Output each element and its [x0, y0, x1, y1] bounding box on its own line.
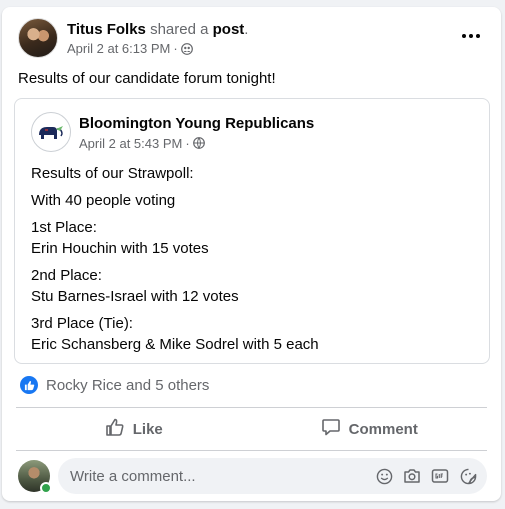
divider — [16, 407, 487, 408]
more-options-icon[interactable] — [461, 26, 481, 46]
like-reaction-icon — [20, 376, 38, 394]
comment-label: Comment — [348, 420, 418, 438]
globe-icon — [192, 137, 205, 149]
shared-line: 1st Place: — [31, 219, 97, 236]
post-card: Titus Folks shared a post. April 2 at 6:… — [2, 7, 501, 501]
sticker-icon[interactable] — [459, 467, 477, 485]
camera-icon[interactable] — [403, 467, 421, 485]
thumbs-up-icon — [105, 417, 125, 441]
share-action-text: shared a — [150, 21, 209, 38]
online-status-icon — [40, 482, 52, 494]
comment-icon — [321, 417, 341, 441]
shared-paragraph: 1st Place: Erin Houchin with 15 votes — [31, 217, 319, 259]
shared-line: Erin Houchin with 15 votes — [31, 240, 209, 257]
post-timestamp[interactable]: April 2 at 6:13 PM — [67, 41, 170, 56]
like-label: Like — [132, 420, 163, 438]
post-text: Results of our candidate forum tonight! — [18, 70, 276, 87]
shared-post-body: Results of our Strawpoll: With 40 people… — [31, 163, 319, 361]
comment-composer — [18, 458, 487, 494]
page-logo[interactable] — [31, 112, 71, 152]
like-button[interactable]: Like — [16, 412, 252, 446]
post-actions: Like Comment — [16, 412, 487, 446]
shared-post-header: Bloomington Young Republicans April 2 at… — [31, 112, 314, 152]
author-name[interactable]: Titus Folks — [67, 21, 146, 38]
shared-timestamp[interactable]: April 2 at 5:43 PM — [79, 136, 182, 151]
divider — [16, 450, 487, 451]
comment-box — [58, 458, 487, 494]
post-meta: April 2 at 6:13 PM · — [67, 41, 248, 56]
friends-icon — [180, 42, 193, 55]
comment-tools — [375, 467, 487, 485]
shared-post[interactable]: Bloomington Young Republicans April 2 at… — [14, 98, 490, 364]
comment-input[interactable] — [70, 467, 375, 485]
shared-line: Results of our Strawpoll: — [31, 165, 194, 182]
post-header: Titus Folks shared a post. April 2 at 6:… — [18, 18, 248, 58]
author-avatar[interactable] — [18, 18, 58, 58]
reactions-summary[interactable]: Rocky Rice and 5 others — [20, 376, 209, 394]
comment-button[interactable]: Comment — [252, 412, 488, 446]
emoji-icon[interactable] — [375, 467, 393, 485]
reactions-text: Rocky Rice and 5 others — [46, 376, 210, 394]
shared-meta-separator: · — [185, 135, 190, 151]
shared-meta-line: April 2 at 5:43 PM · — [79, 136, 314, 151]
shared-meta: Bloomington Young Republicans April 2 at… — [79, 114, 314, 151]
shared-line: With 40 people voting — [31, 192, 176, 209]
gif-icon[interactable] — [431, 467, 449, 485]
post-header-text: Titus Folks shared a post. April 2 at 6:… — [67, 20, 248, 56]
shared-line: Stu Barnes-Israel with 12 votes — [31, 288, 239, 305]
shared-line: 2nd Place: — [31, 267, 102, 284]
meta-separator: · — [173, 41, 178, 56]
shared-paragraph: 3rd Place (Tie): Eric Schansberg & Mike … — [31, 313, 319, 355]
user-avatar[interactable] — [18, 460, 52, 494]
shared-line: 3rd Place (Tie): — [31, 315, 133, 332]
shared-paragraph: 2nd Place: Stu Barnes-Israel with 12 vot… — [31, 265, 319, 307]
header-period: . — [244, 21, 249, 38]
shared-post-link[interactable]: post — [213, 21, 245, 38]
page-name[interactable]: Bloomington Young Republicans — [79, 114, 314, 133]
post-header-line: Titus Folks shared a post. — [67, 20, 248, 39]
shared-line: Eric Schansberg & Mike Sodrel with 5 eac… — [31, 336, 319, 353]
